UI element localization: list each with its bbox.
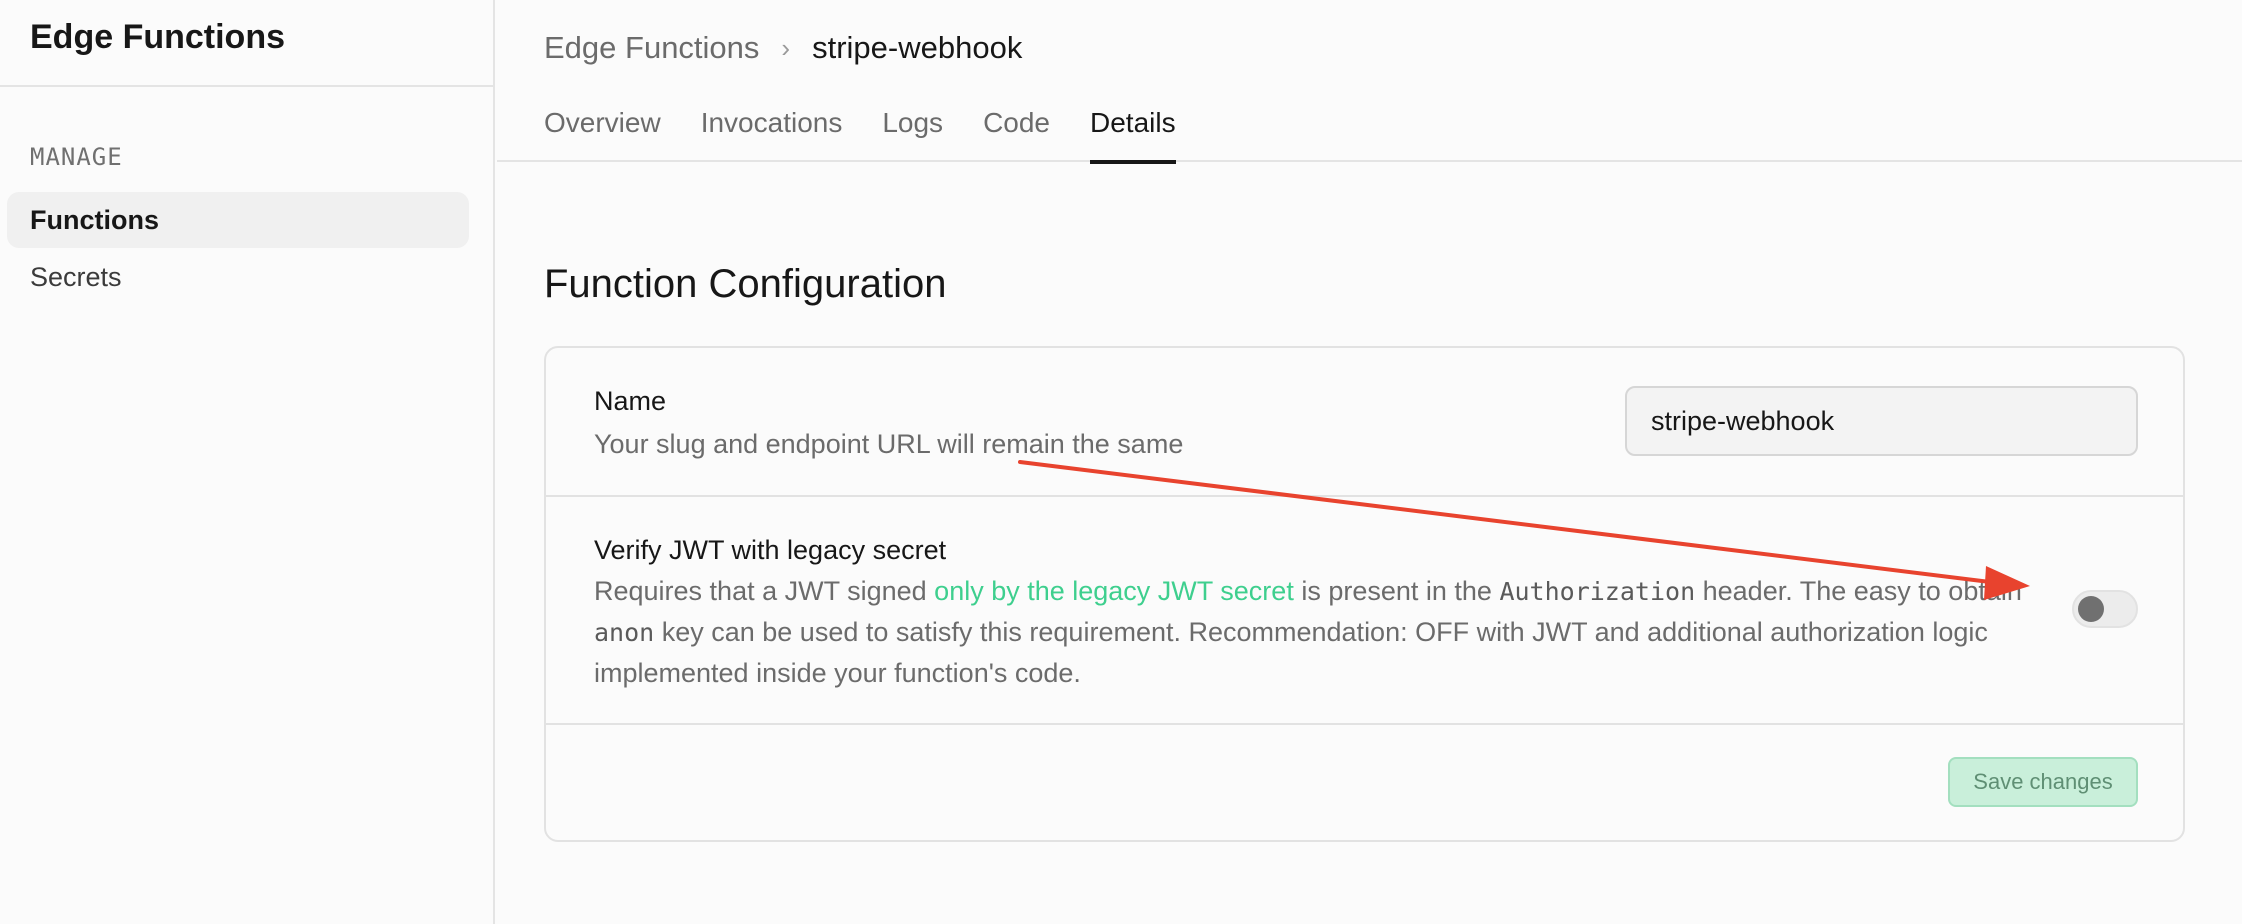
sidebar-item-secrets[interactable]: Secrets bbox=[7, 249, 469, 305]
name-description: Your slug and endpoint URL will remain t… bbox=[594, 429, 1184, 459]
function-name-input[interactable] bbox=[1625, 386, 2138, 456]
chevron-right-icon: › bbox=[781, 32, 791, 63]
breadcrumb-current: stripe-webhook bbox=[812, 30, 1023, 65]
verify-jwt-toggle[interactable] bbox=[2072, 590, 2138, 628]
name-row: Name Your slug and endpoint URL will rem… bbox=[546, 348, 2183, 497]
breadcrumb: Edge Functions › stripe-webhook bbox=[544, 30, 1022, 66]
main-content: Edge Functions › stripe-webhook Overview… bbox=[497, 0, 2242, 924]
tab-bar: Overview Invocations Logs Code Details bbox=[544, 104, 1176, 164]
name-label: Name bbox=[594, 386, 667, 416]
card-footer: Save changes bbox=[546, 725, 2183, 840]
sidebar-title: Edge Functions bbox=[30, 18, 285, 56]
sidebar: Edge Functions MANAGE Functions Secrets bbox=[0, 0, 495, 924]
desc-text: Requires that a JWT signed bbox=[594, 576, 935, 606]
legacy-jwt-secret-link[interactable]: only by the legacy JWT secret bbox=[934, 576, 1294, 606]
desc-text: header. The easy to obtain bbox=[1695, 576, 2022, 606]
desc-text: is present in the bbox=[1293, 576, 1500, 606]
verify-jwt-description: Requires that a JWT signed only by the l… bbox=[594, 571, 2024, 693]
section-title: Function Configuration bbox=[544, 262, 947, 306]
anon-code: anon bbox=[594, 618, 655, 647]
verify-jwt-row: Verify JWT with legacy secret Requires t… bbox=[546, 497, 2183, 725]
page-header: Edge Functions › stripe-webhook Overview… bbox=[497, 0, 2242, 164]
function-config-card: Name Your slug and endpoint URL will rem… bbox=[544, 346, 2185, 842]
toggle-knob bbox=[2078, 596, 2104, 622]
tab-logs[interactable]: Logs bbox=[882, 104, 943, 162]
save-changes-button[interactable]: Save changes bbox=[1948, 757, 2138, 807]
tab-invocations[interactable]: Invocations bbox=[701, 104, 843, 162]
verify-jwt-label: Verify JWT with legacy secret bbox=[594, 535, 947, 565]
app-window: Edge Functions MANAGE Functions Secrets … bbox=[0, 0, 2242, 924]
sidebar-header: Edge Functions bbox=[0, 0, 493, 87]
desc-text: key can be used to satisfy this requirem… bbox=[594, 617, 1988, 688]
sidebar-item-label: Functions bbox=[30, 204, 159, 235]
sidebar-item-functions[interactable]: Functions bbox=[7, 192, 469, 248]
sidebar-item-label: Secrets bbox=[30, 261, 122, 292]
authorization-code: Authorization bbox=[1499, 577, 1696, 606]
tab-details[interactable]: Details bbox=[1090, 104, 1176, 164]
breadcrumb-edge-functions[interactable]: Edge Functions bbox=[544, 30, 759, 66]
tab-code[interactable]: Code bbox=[983, 104, 1050, 162]
tab-overview[interactable]: Overview bbox=[544, 104, 661, 162]
manage-section-label: MANAGE bbox=[30, 143, 123, 171]
